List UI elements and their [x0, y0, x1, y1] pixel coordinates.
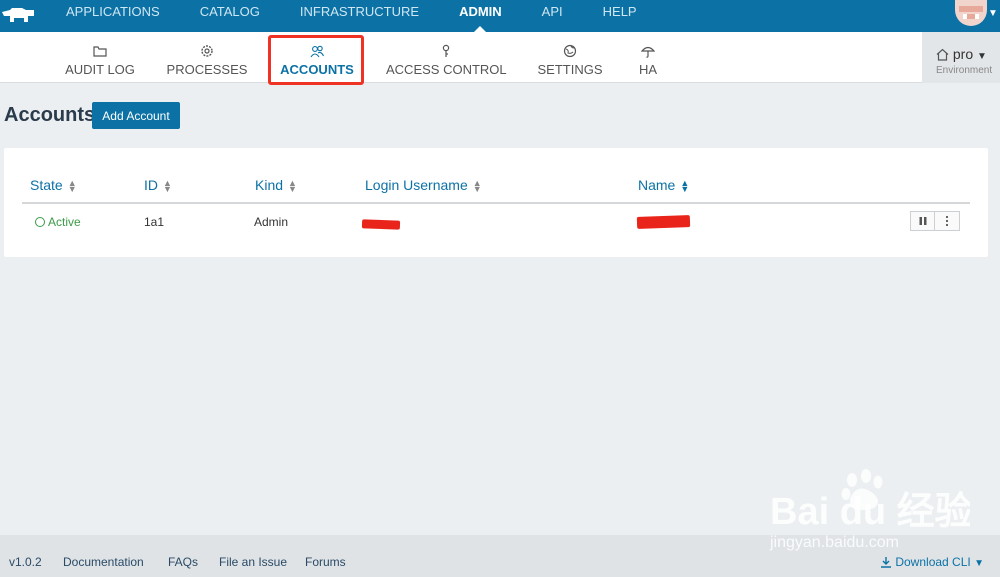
column-header-label: State: [30, 177, 63, 193]
watermark-logo-text: Bai du 经验: [770, 491, 970, 533]
home-icon: [936, 48, 949, 61]
nav-catalog[interactable]: CATALOG: [180, 0, 280, 32]
download-icon: [881, 557, 891, 568]
nav-help[interactable]: HELP: [583, 0, 657, 32]
column-header-label: ID: [144, 177, 158, 193]
folder-icon: [93, 46, 107, 57]
nav-api[interactable]: API: [522, 0, 583, 32]
environment-switcher[interactable]: pro ▼ Environment: [922, 32, 1000, 83]
gear-icon: [201, 45, 213, 57]
tab-label: HA: [638, 62, 658, 77]
download-cli-button[interactable]: Download CLI ▼: [880, 555, 984, 569]
pause-button[interactable]: [910, 211, 935, 231]
column-header-label: Name: [638, 177, 676, 193]
tab-access-control[interactable]: ACCESS CONTROL: [386, 32, 507, 83]
sort-icon: ▲ ▼: [67, 178, 77, 195]
sort-icon: ▲ ▼: [288, 178, 297, 195]
rancher-logo-icon[interactable]: [0, 4, 36, 28]
tab-processes[interactable]: PROCESSES: [166, 32, 248, 83]
tab-ha[interactable]: HA: [630, 32, 666, 83]
table-header-divider: [22, 202, 970, 204]
key-icon: [442, 44, 450, 57]
column-header-state[interactable]: State ▲ ▼: [30, 177, 77, 195]
chevron-down-icon: ▼: [974, 558, 984, 569]
tab-audit-log[interactable]: AUDIT LOG: [60, 32, 140, 83]
watermark-text: jingyan.baidu.com: [770, 534, 899, 551]
nav-applications[interactable]: APPLICATIONS: [46, 0, 180, 32]
page-title: Accounts: [4, 104, 96, 126]
avatar-face-icon: [959, 6, 983, 19]
state-value: Active: [48, 215, 81, 229]
column-header-label: Kind: [255, 177, 284, 193]
tab-label: PROCESSES: [166, 62, 248, 77]
sort-icon: ▲ ▼: [472, 178, 482, 195]
chevron-down-icon[interactable]: ▼: [988, 8, 998, 19]
accounts-highlight-box: [268, 35, 364, 85]
column-header-kind[interactable]: Kind ▲ ▼: [255, 177, 297, 195]
column-header-name[interactable]: Name ▲ ▼: [638, 177, 690, 195]
kind-cell: Admin: [254, 215, 289, 229]
user-avatar[interactable]: [955, 0, 987, 26]
kebab-menu-icon: [945, 215, 949, 227]
column-header-id[interactable]: ID ▲ ▼: [144, 177, 172, 195]
top-nav-items: APPLICATIONS CATALOG INFRASTRUCTURE ADMI…: [46, 0, 657, 32]
chevron-down-icon: ▼: [977, 51, 987, 62]
id-cell: 1a1: [144, 215, 165, 229]
add-account-button[interactable]: Add Account: [92, 102, 180, 129]
admin-subnav: AUDIT LOG PROCESSES ACCOUNTS ACCESS CONT…: [0, 32, 922, 83]
globe-icon: [563, 44, 577, 58]
environment-name: pro ▼: [936, 46, 987, 62]
footer-link-forums[interactable]: Forums: [305, 555, 346, 569]
tab-label: AUDIT LOG: [65, 62, 135, 77]
nav-admin[interactable]: ADMIN: [439, 0, 522, 32]
sort-icon: ▲ ▼: [163, 178, 172, 195]
tab-settings[interactable]: SETTINGS: [534, 32, 606, 83]
footer-link-faqs[interactable]: FAQs: [168, 555, 198, 569]
accounts-table: State ▲ ▼ ID ▲ ▼ Kind ▲ ▼ Login Username ▲ ▼ Nam…: [4, 148, 988, 257]
footer-link-documentation[interactable]: Documentation: [63, 555, 144, 569]
sort-desc-icon: ▲ ▼: [680, 178, 690, 195]
umbrella-icon: [641, 46, 655, 58]
column-header-label: Login Username: [365, 177, 468, 193]
row-actions: [910, 211, 960, 231]
environment-label: Environment: [936, 65, 993, 76]
column-header-login-username[interactable]: Login Username ▲ ▼: [365, 177, 482, 195]
state-cell: Active: [35, 215, 81, 229]
footer-link-file-issue[interactable]: File an Issue: [219, 555, 287, 569]
top-nav: APPLICATIONS CATALOG INFRASTRUCTURE ADMI…: [0, 0, 1000, 32]
active-status-icon: [35, 217, 45, 227]
pause-icon: [919, 217, 926, 225]
redacted-login-username: [361, 219, 401, 230]
footer-version: v1.0.2: [9, 555, 42, 569]
tab-label: SETTINGS: [537, 62, 603, 77]
redacted-name: [636, 215, 691, 229]
nav-infrastructure[interactable]: INFRASTRUCTURE: [280, 0, 439, 32]
more-actions-button[interactable]: [935, 211, 960, 231]
environment-name-text: pro: [952, 46, 974, 62]
download-cli-label: Download CLI: [895, 555, 971, 569]
tab-label: ACCESS CONTROL: [386, 62, 507, 77]
